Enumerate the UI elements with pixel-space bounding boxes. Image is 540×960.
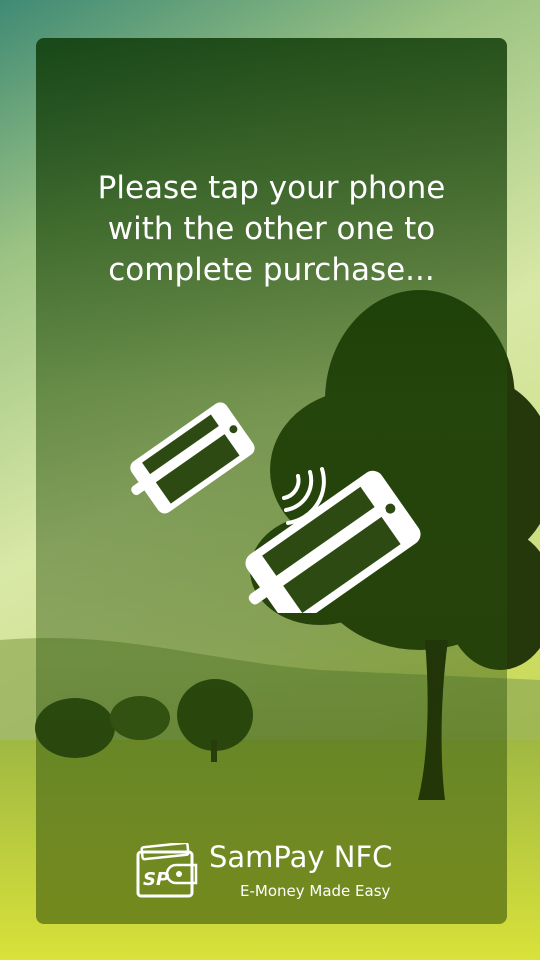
purchase-panel: Please tap your phone with the other one…	[36, 38, 507, 924]
phones-nfc-tap-icon	[130, 402, 421, 613]
app-name: SamPay NFC	[209, 840, 393, 874]
tap-instruction-message: Please tap your phone with the other one…	[97, 170, 446, 288]
wallet-logo-icon: SP	[136, 843, 198, 898]
logo-letters: SP	[143, 869, 169, 890]
app-tagline: E-Money Made Easy	[240, 882, 391, 900]
brand-block: SP SamPay NFC E-Money Made Easy	[136, 838, 416, 908]
